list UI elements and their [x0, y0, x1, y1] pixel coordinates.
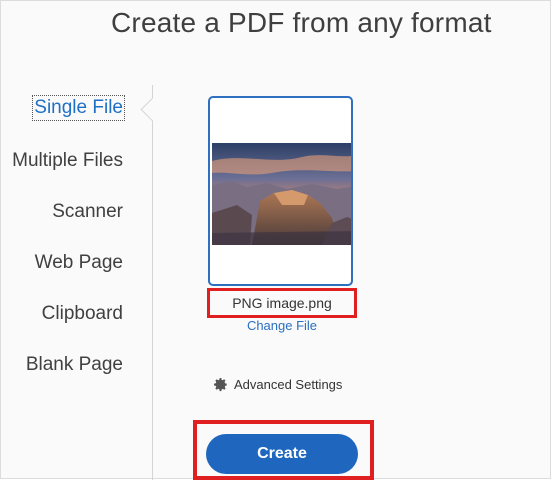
create-pdf-panel: Create a PDF from any format Single File… [0, 0, 551, 480]
sidebar-item-multiple-files[interactable]: Multiple Files [12, 150, 123, 172]
change-file-link[interactable]: Change File [207, 318, 357, 333]
create-button[interactable]: Create [206, 434, 358, 474]
file-name: PNG image.png [232, 295, 332, 311]
file-thumbnail-image [212, 143, 351, 245]
sidebar-item-clipboard[interactable]: Clipboard [42, 303, 123, 325]
file-name-highlight: PNG image.png [207, 288, 357, 318]
sidebar-item-scanner[interactable]: Scanner [52, 201, 123, 223]
page-title: Create a PDF from any format [111, 7, 492, 38]
advanced-settings-link[interactable]: Advanced Settings [213, 377, 342, 392]
sidebar-item-blank-page[interactable]: Blank Page [26, 354, 123, 376]
file-preview-card[interactable] [208, 96, 353, 286]
advanced-settings-label: Advanced Settings [234, 377, 343, 392]
sidebar-item-single-file[interactable]: Single File [32, 95, 125, 121]
sidebar-item-web-page[interactable]: Web Page [35, 252, 123, 274]
sidebar-divider [152, 85, 153, 480]
source-type-sidebar: Single File Multiple Files Scanner Web P… [1, 85, 153, 480]
gear-icon [214, 377, 227, 392]
